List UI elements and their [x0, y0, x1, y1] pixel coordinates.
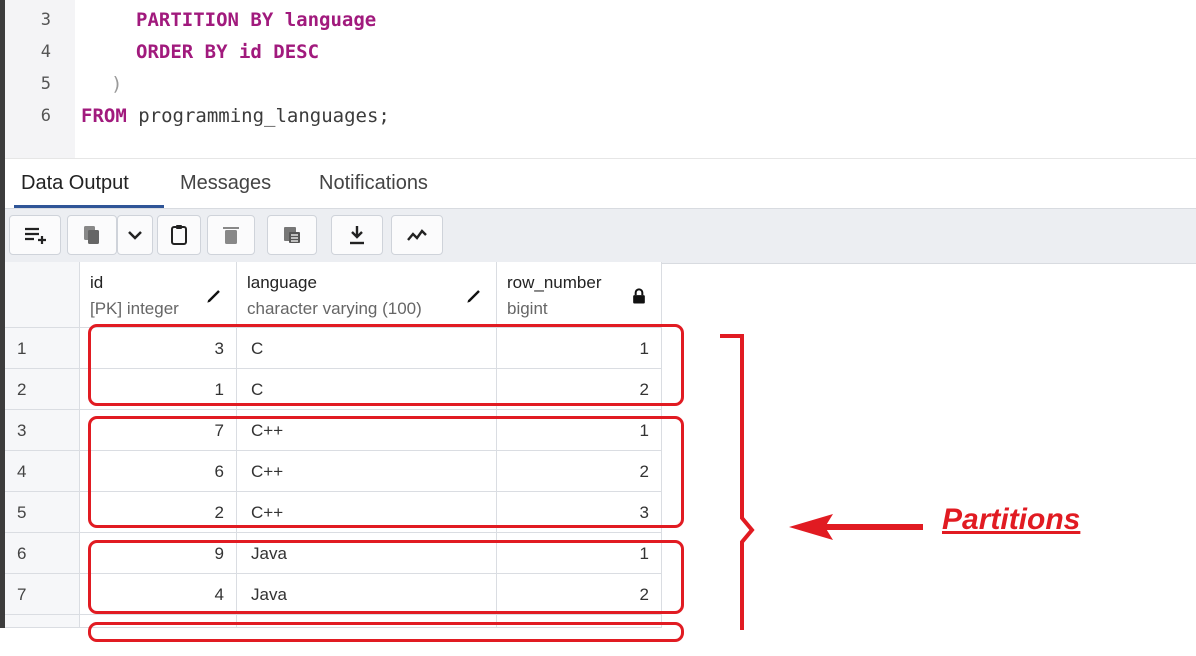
code-token: ) [111, 73, 123, 95]
column-name: language [247, 273, 317, 292]
code-token: language [284, 9, 377, 31]
code-token: ORDER BY [136, 41, 239, 63]
column-type: [PK] integer [90, 299, 179, 318]
code-token: programming_languages; [138, 105, 390, 127]
graph-icon [407, 229, 427, 241]
column-name: id [90, 273, 104, 292]
tab-messages[interactable]: Messages [180, 159, 271, 207]
delete-button[interactable] [207, 215, 255, 255]
line-number: 5 [40, 74, 51, 94]
row-number-cell [5, 615, 80, 628]
tab-data-output[interactable]: Data Output [21, 159, 129, 207]
tab-notifications[interactable]: Notifications [319, 159, 428, 207]
row-number-cell[interactable]: 4 [5, 451, 80, 492]
code-token: PARTITION BY [136, 9, 285, 31]
trash-icon [223, 227, 239, 244]
row-number-cell[interactable]: 2 [5, 369, 80, 410]
line-number: 4 [40, 42, 51, 62]
partition-box-cpp [88, 416, 684, 528]
partition-box-next [88, 622, 684, 642]
row-number-cell[interactable]: 3 [5, 410, 80, 451]
graph-visualiser-button[interactable] [391, 215, 443, 255]
save-data-icon [284, 227, 300, 243]
line-number: 3 [40, 10, 51, 30]
sql-editor[interactable]: 3 PARTITION BY language 4 ORDER BY id DESC 5… [5, 0, 1196, 158]
code-text: ) [111, 69, 122, 99]
code-token: FROM [81, 105, 139, 127]
column-header-language[interactable]: language character varying (100) [237, 262, 497, 328]
line-number: 6 [40, 106, 51, 126]
save-data-changes-button[interactable] [267, 215, 317, 255]
paste-button[interactable] [157, 215, 201, 255]
partitions-annotation-label: Partitions [942, 503, 1081, 536]
add-row-icon [25, 227, 46, 244]
column-name: row_number [507, 273, 602, 292]
row-number-cell[interactable]: 6 [5, 533, 80, 574]
code-text: FROM programming_languages; [81, 101, 390, 131]
result-tabs: Data Output Messages Notifications [5, 158, 1196, 209]
column-header-row-number[interactable]: row_number bigint [497, 262, 662, 328]
download-icon [350, 226, 364, 245]
copy-icon [84, 226, 99, 244]
code-text: ORDER BY id DESC [136, 37, 319, 67]
column-type: bigint [507, 299, 548, 318]
pencil-icon [467, 290, 480, 303]
download-button[interactable] [331, 215, 383, 255]
copy-button[interactable] [67, 215, 117, 255]
code-token: id DESC [238, 41, 320, 63]
row-number-header [5, 262, 80, 328]
paste-icon [171, 225, 187, 245]
add-row-button[interactable] [9, 215, 61, 255]
chevron-down-icon [128, 231, 142, 240]
row-number-cell[interactable]: 5 [5, 492, 80, 533]
data-output-toolbar [5, 208, 1196, 264]
copy-options-dropdown[interactable] [117, 215, 153, 255]
column-header-id[interactable]: id [PK] integer [80, 262, 237, 328]
lock-icon [633, 288, 645, 304]
row-number-cell[interactable]: 7 [5, 574, 80, 615]
partition-box-c [88, 324, 684, 406]
curly-bracket [720, 334, 755, 630]
code-text: PARTITION BY language [136, 5, 376, 35]
row-number-cell[interactable]: 1 [5, 328, 80, 369]
left-arrow-icon [789, 514, 923, 540]
partition-box-java [88, 540, 684, 614]
pencil-icon [207, 290, 220, 303]
column-type: character varying (100) [247, 299, 422, 318]
